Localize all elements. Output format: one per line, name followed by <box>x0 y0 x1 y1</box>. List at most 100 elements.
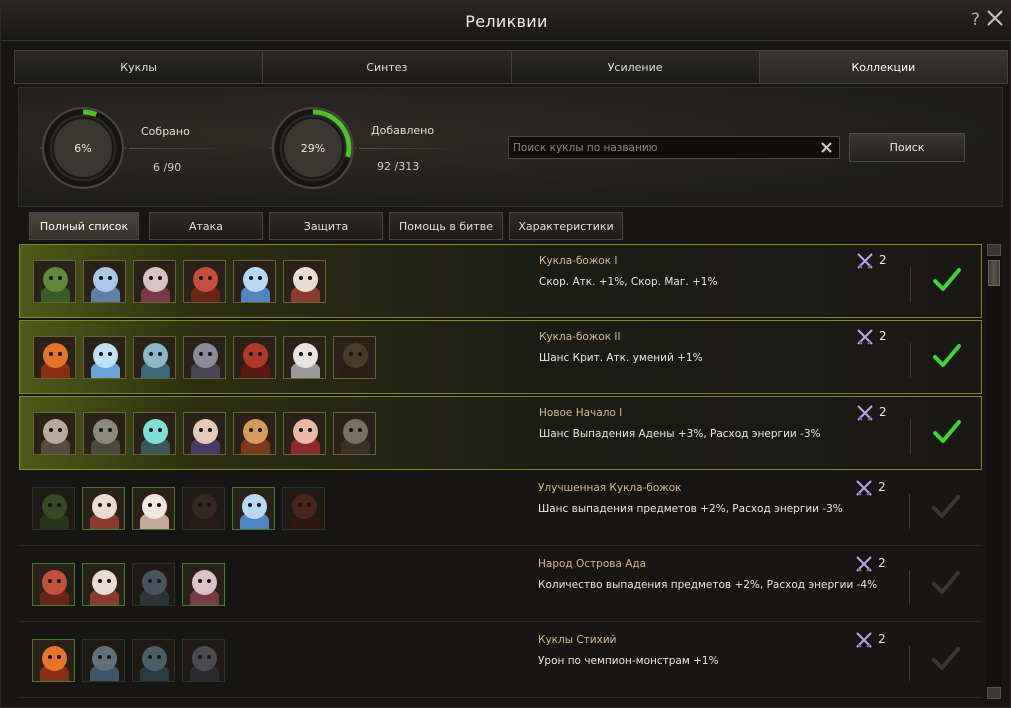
filter-defense[interactable]: Защита <box>269 212 383 240</box>
filter-attack[interactable]: Атака <box>149 212 263 240</box>
checkmark-icon[interactable] <box>931 492 961 522</box>
checkmark-icon[interactable] <box>931 568 961 598</box>
collection-effect: Урон по чемпион-монстрам +1% <box>538 655 719 667</box>
doll-icon[interactable] <box>232 487 275 530</box>
scroll-up-icon[interactable] <box>987 244 1001 256</box>
doll-eye <box>58 276 62 280</box>
doll-icon[interactable] <box>283 336 326 379</box>
doll-icon[interactable] <box>133 412 176 455</box>
divider <box>909 494 910 529</box>
doll-eye <box>299 352 303 356</box>
scroll-thumb[interactable] <box>988 260 1000 286</box>
collection-name: Улучшенная Кукла-божок <box>538 482 682 494</box>
doll-icon[interactable] <box>183 260 226 303</box>
doll-eye <box>108 352 112 356</box>
doll-eye <box>208 276 212 280</box>
doll-eye <box>107 579 111 583</box>
collection-name: Народ Острова Ада <box>538 558 647 570</box>
doll-icon[interactable] <box>82 487 125 530</box>
doll-face <box>193 419 218 444</box>
doll-icon[interactable] <box>182 639 225 682</box>
doll-eye <box>57 579 61 583</box>
tab-collections[interactable]: Коллекции <box>758 50 1008 84</box>
doll-face <box>343 419 368 444</box>
doll-icon[interactable] <box>32 639 75 682</box>
collection-row[interactable]: Народ Острова Ада Количество выпадения пр… <box>19 548 982 622</box>
checkmark-icon[interactable] <box>932 265 962 295</box>
collection-row[interactable]: Кукла-божок II Шанс Крит. Атк. умений +1%… <box>19 320 982 394</box>
doll-face <box>293 343 318 368</box>
doll-icon[interactable] <box>233 260 276 303</box>
help-icon[interactable]: ? <box>971 10 980 30</box>
window-title: Реликвии <box>465 12 548 31</box>
doll-face <box>43 343 68 368</box>
doll-icon[interactable] <box>333 412 376 455</box>
collection-name: Кукла-божок I <box>539 255 618 267</box>
doll-icon[interactable] <box>183 412 226 455</box>
doll-icon[interactable] <box>32 487 75 530</box>
collection-row[interactable]: Куклы Стихий Урон по чемпион-монстрам +1%… <box>19 624 982 698</box>
search-button[interactable]: Поиск <box>849 133 965 162</box>
doll-icon[interactable] <box>132 563 175 606</box>
doll-icon[interactable] <box>82 563 125 606</box>
doll-icon[interactable] <box>132 487 175 530</box>
doll-icon[interactable] <box>282 487 325 530</box>
tab-dolls[interactable]: Куклы <box>14 50 264 84</box>
doll-face <box>143 343 168 368</box>
doll-icon[interactable] <box>83 260 126 303</box>
doll-icon[interactable] <box>182 487 225 530</box>
doll-icon[interactable] <box>82 639 125 682</box>
collection-row[interactable]: Кукла-божок I Скор. Атк. +1%, Скор. Маг. … <box>19 244 982 318</box>
doll-eye <box>58 352 62 356</box>
checkmark-icon[interactable] <box>932 341 962 371</box>
doll-icon[interactable] <box>33 412 76 455</box>
doll-icon[interactable] <box>83 412 126 455</box>
added-gauge: 29% <box>270 105 356 191</box>
filter-all[interactable]: Полный список <box>29 212 139 240</box>
collection-row[interactable]: Новое Начало I Шанс Выпадения Адены +3%, … <box>19 396 982 470</box>
doll-icon[interactable] <box>132 639 175 682</box>
required-count: 2 <box>878 632 886 646</box>
doll-icon[interactable] <box>233 336 276 379</box>
filter-battle-help[interactable]: Помощь в битве <box>389 212 503 240</box>
doll-icon[interactable] <box>33 260 76 303</box>
doll-icon[interactable] <box>182 563 225 606</box>
doll-face <box>92 570 117 595</box>
collection-name: Кукла-божок II <box>539 331 621 343</box>
scrollbar[interactable] <box>986 244 1002 699</box>
checkmark-icon[interactable] <box>931 644 961 674</box>
collection-effect: Шанс выпадения предметов +2%, Расход эне… <box>538 503 843 515</box>
doll-face <box>143 267 168 292</box>
doll-icon[interactable] <box>283 260 326 303</box>
doll-face <box>192 494 217 519</box>
doll-icons <box>32 487 332 530</box>
doll-eye <box>349 352 353 356</box>
doll-icon[interactable] <box>283 412 326 455</box>
doll-icon[interactable] <box>33 336 76 379</box>
collection-row[interactable]: Улучшенная Кукла-божок Шанс выпадения пре… <box>19 472 982 546</box>
doll-icon[interactable] <box>333 336 376 379</box>
doll-icon[interactable] <box>133 336 176 379</box>
doll-icon[interactable] <box>233 412 276 455</box>
search-input[interactable] <box>509 137 809 158</box>
doll-eye <box>199 352 203 356</box>
doll-face <box>193 267 218 292</box>
doll-eye <box>298 503 302 507</box>
doll-icon[interactable] <box>83 336 126 379</box>
filter-stats[interactable]: Характеристики <box>509 212 623 240</box>
tab-enhance[interactable]: Усиление <box>510 50 760 84</box>
clear-icon[interactable] <box>820 141 833 154</box>
doll-face <box>192 646 217 671</box>
doll-eye <box>157 503 161 507</box>
close-icon[interactable] <box>986 9 1004 27</box>
tab-synthesis[interactable]: Синтез <box>262 50 512 84</box>
doll-eye <box>57 503 61 507</box>
doll-icon[interactable] <box>32 563 75 606</box>
doll-icon[interactable] <box>183 336 226 379</box>
doll-icon[interactable] <box>133 260 176 303</box>
doll-eye <box>99 276 103 280</box>
scroll-down-icon[interactable] <box>987 687 1001 699</box>
checkmark-icon[interactable] <box>932 417 962 447</box>
title-bar[interactable]: Реликвии ? <box>1 1 1011 41</box>
divider <box>359 148 459 149</box>
